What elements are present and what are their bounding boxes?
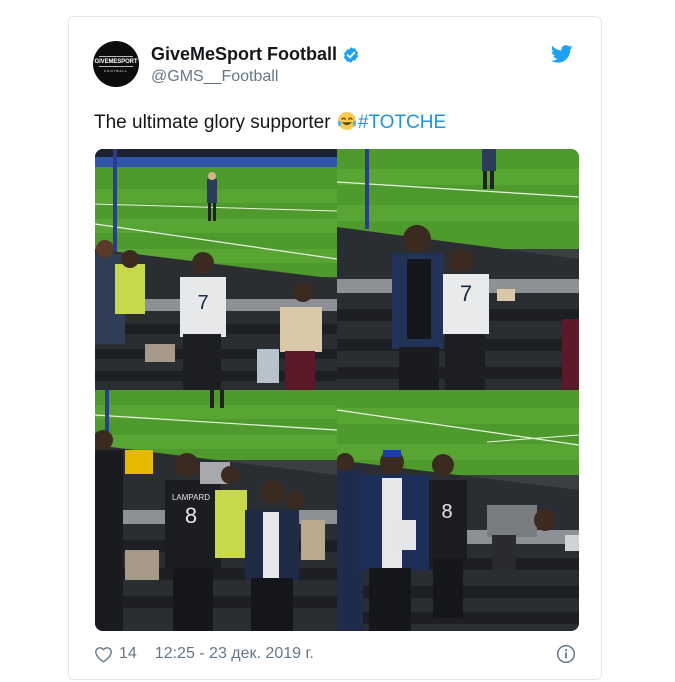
photo-1-shirt-number: 7 [197, 292, 208, 314]
photo-1-image: 7 [95, 149, 337, 390]
info-icon[interactable] [556, 644, 576, 664]
display-name[interactable]: GiveMeSport Football [151, 44, 360, 65]
photo-1[interactable]: 7 [95, 149, 337, 390]
user-handle[interactable]: @GMS__Football [151, 68, 278, 86]
photo-4-shirt-number: 8 [441, 501, 452, 523]
tweet-text-body: The ultimate glory supporter [94, 112, 331, 133]
avatar[interactable]: GIVEMESPORT FOOTBALL [93, 41, 139, 87]
photo-3[interactable]: LAMPARD 8 [95, 390, 337, 631]
face-with-tears-of-joy-icon [337, 112, 356, 130]
avatar-line-bottom [99, 65, 133, 67]
photo-4-image: 8 [337, 390, 579, 631]
verified-badge-icon [343, 46, 359, 63]
photo-2-shirt-number: 7 [460, 281, 472, 306]
photo-2-image: 7 [337, 149, 579, 390]
photo-3-image: LAMPARD 8 [95, 390, 337, 631]
tweet-text: The ultimate glory supporter #TOTCHE [94, 111, 446, 134]
photo-3-shirt-name: LAMPARD [172, 493, 210, 502]
avatar-logo-subtext: FOOTBALL [104, 68, 128, 73]
tweet-card: GIVEMESPORT FOOTBALL GiveMeSport Footbal… [68, 16, 602, 680]
tweet-timestamp[interactable]: 12:25 - 23 дек. 2019 г. [155, 645, 314, 663]
photo-4[interactable]: 8 [337, 390, 579, 631]
avatar-line-top [99, 55, 133, 57]
heart-icon[interactable] [94, 646, 113, 663]
avatar-logo-text: GIVEMESPORT [94, 58, 138, 65]
like-count[interactable]: 14 [119, 645, 137, 663]
photo-3-shirt-number: 8 [185, 503, 197, 528]
hashtag-link[interactable]: #TOTCHE [358, 112, 446, 133]
tweet-footer: 14 12:25 - 23 дек. 2019 г. [94, 645, 314, 663]
photo-2[interactable]: 7 [337, 149, 579, 390]
display-name-text[interactable]: GiveMeSport Football [151, 44, 337, 65]
twitter-bird-icon[interactable] [551, 45, 573, 63]
photo-grid: 7 7 LAMPARD 8 8 [95, 149, 579, 631]
